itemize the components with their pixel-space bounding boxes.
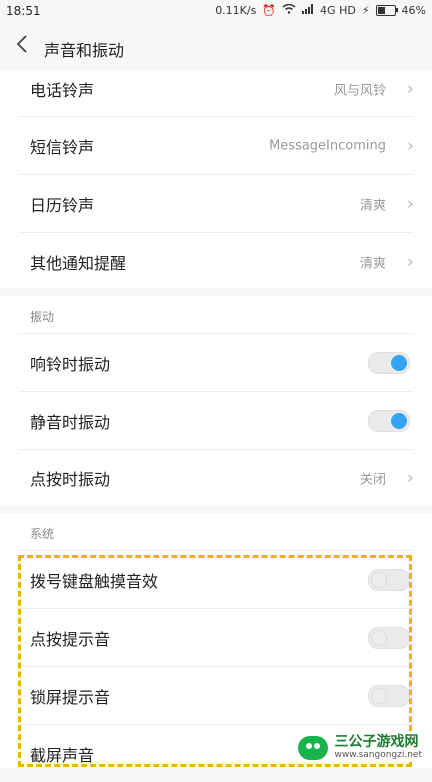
watermark-title: 三公子游戏网 bbox=[334, 734, 419, 750]
watermark-url: www.sangongzi.net bbox=[334, 750, 422, 760]
tap-sound-row[interactable]: 点按提示音 bbox=[0, 609, 432, 666]
lock-sound-toggle[interactable] bbox=[368, 684, 410, 707]
row-label: 日历铃声 bbox=[30, 195, 95, 215]
network-type: 4G HD bbox=[320, 4, 356, 17]
status-right: 0.11K/s ⏰ 4G HD ⚡ 46% bbox=[215, 3, 426, 17]
ringtone-row-calendar[interactable]: 日历铃声 清爽 › bbox=[0, 175, 432, 232]
vibration-section: 振动 响铃时振动 静音时振动 点按时振动 关闭 › bbox=[0, 296, 432, 506]
signal-icon bbox=[302, 4, 314, 17]
chevron-right-icon: › bbox=[406, 135, 414, 156]
chevron-right-icon: › bbox=[406, 193, 414, 214]
ringtone-section: 电话铃声 风与风铃 › 短信铃声 MessageIncoming › 日历铃声 … bbox=[0, 70, 432, 288]
row-label: 点按提示音 bbox=[30, 629, 111, 649]
chevron-right-icon: › bbox=[406, 78, 414, 99]
row-value: MessageIncoming bbox=[269, 138, 386, 153]
row-label: 其他通知提醒 bbox=[30, 253, 127, 273]
watermark-logo-icon bbox=[298, 735, 329, 760]
battery-percent: 46% bbox=[401, 4, 426, 17]
lock-sound-row[interactable]: 锁屏提示音 bbox=[0, 667, 432, 724]
row-label: 电话铃声 bbox=[30, 80, 95, 100]
vibrate-silent-toggle[interactable] bbox=[368, 409, 410, 432]
ringtone-row-other[interactable]: 其他通知提醒 清爽 › bbox=[0, 233, 432, 290]
row-label: 截屏声音 bbox=[30, 745, 95, 765]
dialpad-touch-sound-row[interactable]: 拨号键盘触摸音效 bbox=[0, 551, 432, 608]
row-label: 短信铃声 bbox=[30, 137, 95, 157]
battery-icon bbox=[375, 5, 398, 16]
system-section: 系统 拨号键盘触摸音效 点按提示音 锁屏提示音 截屏声音 bbox=[0, 514, 432, 768]
chevron-right-icon: › bbox=[406, 467, 414, 488]
section-header: 振动 bbox=[30, 310, 55, 324]
vibrate-tap-row[interactable]: 点按时振动 关闭 › bbox=[0, 449, 432, 506]
status-bar: 18:51 0.11K/s ⏰ 4G HD ⚡ 46% bbox=[0, 0, 432, 24]
net-speed: 0.11K/s bbox=[215, 4, 257, 17]
row-label: 响铃时振动 bbox=[30, 354, 111, 374]
status-time: 18:51 bbox=[6, 4, 41, 18]
alarm-icon: ⏰ bbox=[262, 4, 277, 17]
row-value: 风与风铃 bbox=[333, 83, 386, 98]
row-value: 清爽 bbox=[359, 198, 386, 213]
ringtone-row-sms[interactable]: 短信铃声 MessageIncoming › bbox=[0, 117, 432, 174]
charging-icon: ⚡ bbox=[361, 4, 370, 17]
row-value: 清爽 bbox=[359, 256, 386, 271]
row-label: 静音时振动 bbox=[30, 412, 111, 432]
dialpad-touch-sound-toggle[interactable] bbox=[368, 568, 410, 591]
section-header: 系统 bbox=[30, 527, 55, 541]
row-value: 关闭 bbox=[359, 472, 386, 487]
vibrate-ring-toggle[interactable] bbox=[368, 351, 410, 374]
vibrate-ring-row[interactable]: 响铃时振动 bbox=[0, 334, 432, 391]
ringtone-row-phone[interactable]: 电话铃声 风与风铃 › bbox=[0, 60, 432, 117]
wifi-icon bbox=[282, 3, 296, 17]
row-label: 锁屏提示音 bbox=[30, 687, 111, 707]
tap-sound-toggle[interactable] bbox=[368, 626, 410, 649]
row-label: 拨号键盘触摸音效 bbox=[30, 571, 159, 591]
row-label: 点按时振动 bbox=[30, 469, 111, 489]
vibrate-silent-row[interactable]: 静音时振动 bbox=[0, 392, 432, 449]
chevron-right-icon: › bbox=[406, 251, 414, 272]
back-chevron-icon[interactable] bbox=[16, 34, 36, 58]
watermark: 三公子游戏网 www.sangongzi.net bbox=[294, 733, 426, 762]
page-title: 声音和振动 bbox=[44, 41, 125, 60]
